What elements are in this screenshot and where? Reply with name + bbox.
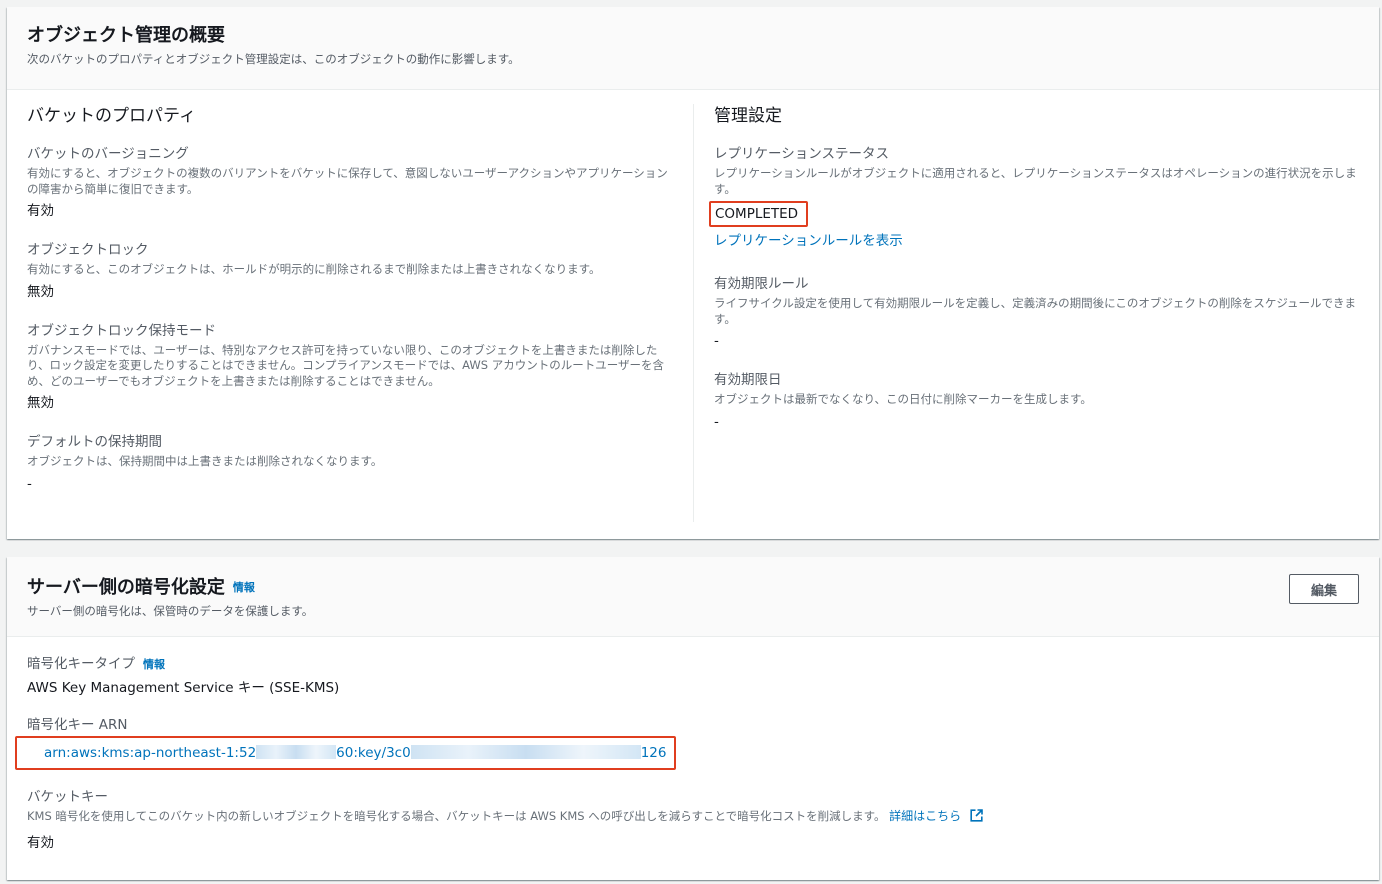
key-type-property: 暗号化キータイプ 情報 AWS Key Management Service キー… [27,655,1359,698]
key-arn-part1: arn:aws:kms:ap-northeast-1:52 [44,745,257,761]
external-link-icon[interactable] [970,809,983,822]
key-type-info-link[interactable]: 情報 [143,658,165,671]
retention-property: デフォルトの保持期間 オブジェクトは、保持期間中は上書きまたは削除されなくなりま… [27,433,675,494]
object-lock-description: 有効にすると、このオブジェクトは、ホールドが明示的に削除されるまで削除または上書… [27,262,601,276]
management-settings-column: 管理設定 レプリケーションステータス レプリケーションルールがオブジェクトに適用… [709,104,1360,452]
encryption-info-link[interactable]: 情報 [233,581,255,594]
expiration-rule-label: 有効期限ルール [714,276,809,292]
learn-more-link[interactable]: 詳細はこちら [889,809,961,824]
object-management-panel: オブジェクト管理の概要 次のバケットのプロパティとオブジェクト管理設定は、このオ… [7,7,1379,539]
key-type-label: 暗号化キータイプ [27,656,135,672]
expiration-date-label: 有効期限日 [714,372,782,388]
replication-property: レプリケーションステータス レプリケーションルールがオブジェクトに適用されると、… [709,145,1360,251]
replication-label: レプリケーションステータス [714,146,889,162]
expiration-date-description: オブジェクトは最新でなくなり、この日付に削除マーカーを生成します。 [714,392,1092,406]
key-arn-property: 暗号化キー ARN arn:aws:kms:ap-northeast-1:52 6… [15,716,1359,770]
column-divider [693,104,694,522]
expiration-rule-value: - [714,333,719,349]
object-lock-property: オブジェクトロック 有効にすると、このオブジェクトは、ホールドが明示的に削除され… [27,241,675,302]
versioning-description: 有効にすると、オブジェクトの複数のバリアントをバケットに保存して、意図しないユー… [27,166,668,196]
bucket-key-description-row: KMS 暗号化を使用してこのバケット内の新しいオブジェクトを暗号化する場合、バケ… [27,809,1359,825]
versioning-property: バケットのバージョニング 有効にすると、オブジェクトの複数のバリアントをバケット… [27,145,675,221]
expiration-date-value: - [714,413,719,430]
expiration-date-property: 有効期限日 オブジェクトは最新でなくなり、この日付に削除マーカーを生成します。 … [714,371,1360,432]
retention-label: デフォルトの保持期間 [27,434,162,450]
edit-button[interactable]: 編集 [1289,574,1359,604]
replication-value-wrapper: COMPLETED [709,201,1360,227]
lock-mode-value: 無効 [27,395,54,411]
object-lock-value: 無効 [27,283,54,300]
key-type-label-row: 暗号化キータイプ 情報 [27,655,1359,674]
lock-mode-property: オブジェクトロック保持モード ガバナンスモードでは、ユーザーは、特別なアクセス許… [27,322,675,414]
encryption-header: サーバー側の暗号化設定 情報 サーバー側の暗号化は、保管時のデータを保護します。 … [7,557,1379,637]
encryption-title: サーバー側の暗号化設定 [27,577,225,598]
retention-value: - [27,475,32,492]
panel-header: オブジェクト管理の概要 次のバケットのプロパティとオブジェクト管理設定は、このオ… [7,7,1379,90]
redacted-segment [410,745,641,759]
object-lock-label: オブジェクトロック [27,242,149,258]
encryption-body: 暗号化キータイプ 情報 AWS Key Management Service キー… [7,637,1379,853]
versioning-label: バケットのバージョニング [27,146,189,162]
lock-mode-description: ガバナンスモードでは、ユーザーは、特別なアクセス許可を持っていない限り、このオブ… [27,342,664,388]
redacted-segment [256,745,337,759]
key-arn-link[interactable]: arn:aws:kms:ap-northeast-1:52 60:key/3c0 1… [44,745,666,761]
key-arn-highlight: arn:aws:kms:ap-northeast-1:52 60:key/3c0 1… [15,736,676,770]
key-arn-part2: 60:key/3c0 [336,745,411,761]
panel-title: オブジェクト管理の概要 [27,25,225,46]
retention-description: オブジェクトは、保持期間中は上書きまたは削除されなくなります。 [27,454,383,468]
view-replication-rules-link[interactable]: レプリケーションルールを表示 [714,231,903,251]
encryption-panel: サーバー側の暗号化設定 情報 サーバー側の暗号化は、保管時のデータを保護します。 … [7,557,1379,880]
key-arn-label: 暗号化キー ARN [27,717,128,733]
management-settings-title: 管理設定 [714,106,782,126]
bucket-key-value: 有効 [27,834,54,851]
bucket-key-description: KMS 暗号化を使用してこのバケット内の新しいオブジェクトを暗号化する場合、バケ… [27,809,886,823]
encryption-description: サーバー側の暗号化は、保管時のデータを保護します。 [27,604,314,618]
encryption-title-row: サーバー側の暗号化設定 情報 [27,575,1359,601]
bucket-properties-title: バケットのプロパティ [27,106,196,126]
replication-status-value: COMPLETED [709,201,809,227]
expiration-rule-property: 有効期限ルール ライフサイクル設定を使用して有効期限ルールを定義し、定義済みの期… [714,275,1360,351]
key-type-value: AWS Key Management Service キー (SSE-KMS) [27,680,340,696]
panel-columns: バケットのプロパティ バケットのバージョニング 有効にすると、オブジェクトの複数… [7,90,1379,539]
bucket-key-label: バケットキー [27,789,108,805]
key-arn-part3: 126 [640,745,667,761]
expiration-rule-description: ライフサイクル設定を使用して有効期限ルールを定義し、定義済みの期間後にこのオブジ… [714,296,1357,326]
bucket-key-property: バケットキー KMS 暗号化を使用してこのバケット内の新しいオブジェクトを暗号化… [27,788,1359,853]
lock-mode-label: オブジェクトロック保持モード [27,322,216,339]
bucket-properties-column: バケットのプロパティ バケットのバージョニング 有効にすると、オブジェクトの複数… [27,104,675,514]
versioning-value: 有効 [27,203,54,219]
replication-description: レプリケーションルールがオブジェクトに適用されると、レプリケーションステータスは… [714,166,1357,196]
panel-description: 次のバケットのプロパティとオブジェクト管理設定は、このオブジェクトの動作に影響し… [27,52,520,66]
